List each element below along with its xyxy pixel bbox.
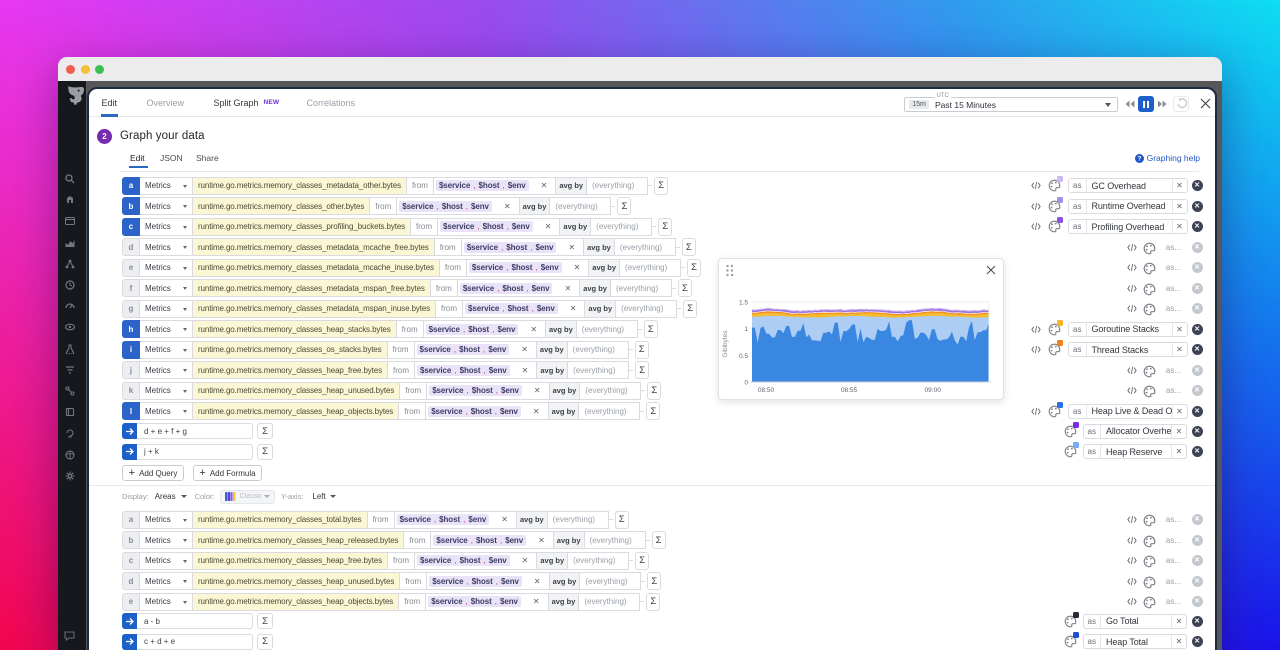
svg-text:0: 0: [744, 380, 748, 387]
svg-text:08:50: 08:50: [758, 387, 775, 394]
svg-text:1: 1: [744, 326, 748, 333]
svg-text:1.5: 1.5: [739, 300, 748, 307]
svg-text:?: ?: [1137, 155, 1141, 162]
svg-text:09:00: 09:00: [925, 387, 942, 394]
svg-text:Gibibytes: Gibibytes: [722, 330, 729, 358]
svg-text:0.5: 0.5: [739, 353, 748, 360]
svg-text:08:55: 08:55: [841, 387, 858, 394]
